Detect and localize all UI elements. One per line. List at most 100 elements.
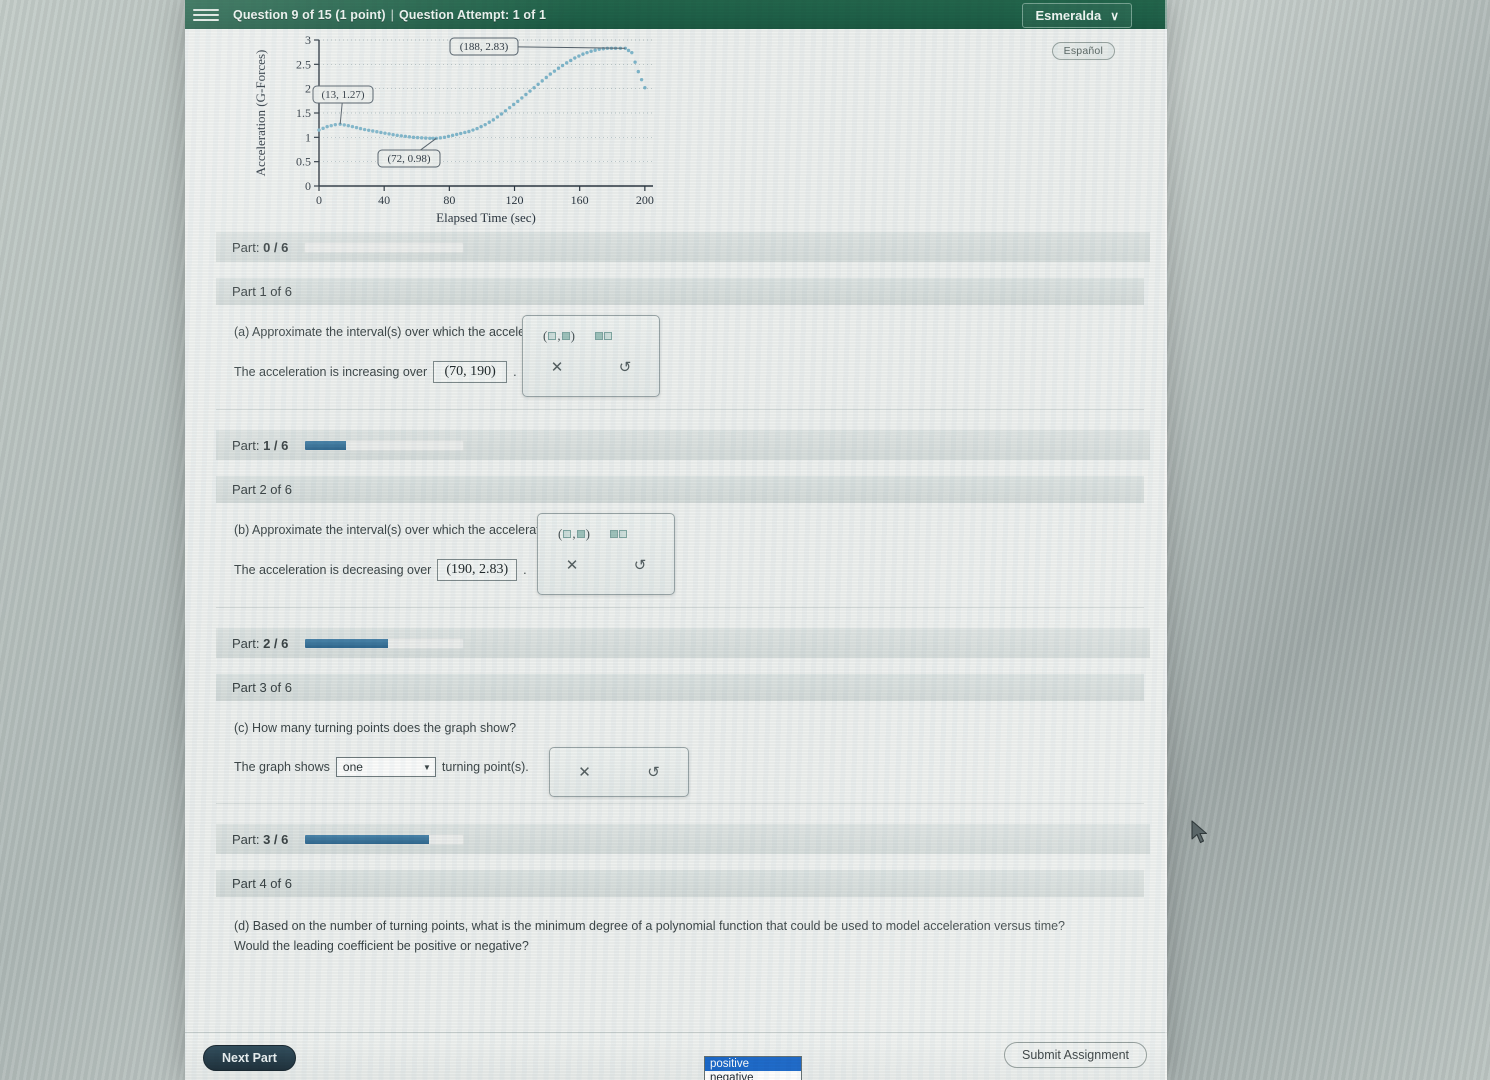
part-score-prefix: Part: <box>232 239 260 255</box>
dropdown-option-positive[interactable]: positive <box>705 1057 801 1071</box>
part-score-prefix: Part: <box>232 635 260 651</box>
chevron-down-icon: ▼ <box>422 762 431 772</box>
answer-suffix-b: . <box>523 563 527 577</box>
answer-row-c: The graph shows one ▼ turning point(s). <box>234 757 1144 777</box>
part-header-4: Part 4 of 6 <box>216 870 1144 897</box>
svg-text:0: 0 <box>316 193 322 207</box>
part-header-3: Part 3 of 6 <box>216 674 1144 701</box>
part-score-label: Part: 1 / 6 <box>232 438 288 453</box>
part-score-value: 1 / 6 <box>263 437 289 453</box>
union-notation-button[interactable] <box>609 530 627 538</box>
undo-icon[interactable]: ↺ <box>591 358 659 376</box>
part-score-row: Part: 2 / 6 <box>216 628 1150 658</box>
part-score-value: 2 / 6 <box>263 635 289 651</box>
part-progress-bar <box>304 833 465 845</box>
question-text-b: (b) Approximate the interval(s) over whi… <box>234 523 637 537</box>
undo-icon[interactable]: ↺ <box>606 556 674 574</box>
question-text-d-line2: Would the leading coefficient be positiv… <box>234 939 529 954</box>
clear-icon[interactable]: ✕ <box>550 763 619 781</box>
svg-text:1: 1 <box>305 130 311 144</box>
question-content: Part: 0 / 6 Part 1 of 6 (a) Approximate … <box>185 232 1167 981</box>
clear-icon[interactable]: ✕ <box>538 556 606 574</box>
part-body-2: (b) Approximate the interval(s) over whi… <box>216 503 1144 608</box>
svg-text:0.5: 0.5 <box>296 155 311 169</box>
math-palette-a: (,) ✕ ↺ <box>522 315 660 397</box>
select-value: one <box>342 760 363 774</box>
graph-svg: 0 0.5 1 1.5 2 2.5 3 0 40 80 120 160 200 Elapsed Time … <box>253 33 654 225</box>
title-separator: | <box>390 7 394 22</box>
answer-prefix-a: The acceleration is increasing over <box>234 365 428 379</box>
user-menu-button[interactable]: Esmeralda ∨ <box>1022 3 1132 28</box>
answer-prefix-b: The acceleration is decreasing over <box>234 563 432 577</box>
answer-row-a: The acceleration is increasing over (70,… <box>234 361 1144 383</box>
language-toggle-button[interactable]: Español <box>1051 42 1115 60</box>
turning-points-select[interactable]: one ▼ <box>335 757 436 777</box>
answer-prefix-c: The graph shows <box>234 760 330 774</box>
part-score-row: Part: 0 / 6 <box>216 232 1150 262</box>
question-text-c: (c) How many turning points does the gra… <box>234 721 517 735</box>
next-part-button[interactable]: Next Part <box>203 1045 296 1071</box>
svg-text:120: 120 <box>506 193 524 207</box>
svg-text:2: 2 <box>305 82 311 96</box>
part-score-value: 3 / 6 <box>263 831 289 847</box>
part-header-label: Part 1 of 6 <box>232 284 292 299</box>
part-body-1: (a) Approximate the interval(s) over whi… <box>216 305 1144 410</box>
user-name-label: Esmeralda <box>1035 8 1102 23</box>
mouse-pointer-icon <box>1191 820 1208 844</box>
svg-text:40: 40 <box>378 193 390 207</box>
interval-notation-button[interactable]: (,) <box>558 526 590 542</box>
answer-suffix-c: turning point(s). <box>441 760 529 774</box>
part-body-3: (c) How many turning points does the gra… <box>216 701 1144 804</box>
part-score-row: Part: 3 / 6 <box>216 824 1150 854</box>
question-text-a: (a) Approximate the interval(s) over whi… <box>234 325 633 339</box>
part-score-label: Part: 3 / 6 <box>232 832 288 847</box>
answer-input-b[interactable]: (190, 2.83) <box>437 559 518 581</box>
undo-icon[interactable]: ↺ <box>619 763 688 781</box>
question-text-d-line1: (d) Based on the number of turning point… <box>234 919 1066 933</box>
part-header-1: Part 1 of 6 <box>216 278 1144 305</box>
part-score-row: Part: 1 / 6 <box>216 430 1150 460</box>
question-title: Question 9 of 15 (1 point) | Question Atte… <box>233 8 546 22</box>
part-header-label: Part 4 of 6 <box>232 876 292 891</box>
svg-text:160: 160 <box>571 193 589 207</box>
hamburger-icon[interactable] <box>193 8 219 21</box>
chevron-down-icon: ∨ <box>1110 8 1119 23</box>
svg-text:(188, 2.83): (188, 2.83) <box>460 41 509 53</box>
svg-text:200: 200 <box>636 193 654 207</box>
clear-icon[interactable]: ✕ <box>523 358 591 376</box>
part-progress-bar <box>304 241 465 253</box>
svg-text:2.5: 2.5 <box>296 57 311 71</box>
svg-text:(13, 1.27): (13, 1.27) <box>321 89 364 101</box>
svg-text:Elapsed Time (sec): Elapsed Time (sec) <box>436 210 536 225</box>
part-score-label: Part: 0 / 6 <box>232 240 288 255</box>
interval-notation-button[interactable]: (,) <box>543 328 575 344</box>
math-palette-b: (,) ✕ ↺ <box>537 513 675 595</box>
leading-coefficient-dropdown-list[interactable]: positive negative <box>704 1056 802 1080</box>
submit-assignment-button[interactable]: Submit Assignment <box>1004 1042 1147 1068</box>
part-score-prefix: Part: <box>232 437 260 453</box>
footer-bar: Next Part Submit Assignment <box>185 1032 1167 1080</box>
svg-text:3: 3 <box>305 33 311 47</box>
browser-screen: Question 9 of 15 (1 point) | Question Atte… <box>185 0 1167 1080</box>
part-progress-bar <box>304 637 465 649</box>
svg-text:(72, 0.98): (72, 0.98) <box>387 153 430 165</box>
svg-text:80: 80 <box>443 193 455 207</box>
app-header: Question 9 of 15 (1 point) | Question Atte… <box>185 0 1167 29</box>
math-palette-c: ✕ ↺ <box>549 747 689 797</box>
svg-text:0: 0 <box>305 179 311 193</box>
svg-text:1.5: 1.5 <box>296 106 311 120</box>
part-progress-bar <box>304 439 465 451</box>
part-body-4: (d) Based on the number of turning point… <box>216 897 1144 981</box>
acceleration-graph: 0 0.5 1 1.5 2 2.5 3 0 40 80 120 160 200 Elapsed Time … <box>245 28 665 228</box>
page-edge <box>1165 0 1167 1080</box>
dropdown-option-negative[interactable]: negative <box>705 1071 801 1080</box>
answer-row-b: The acceleration is decreasing over (190… <box>234 559 1144 581</box>
svg-text:Acceleration (G-Forces): Acceleration (G-Forces) <box>253 50 268 177</box>
answer-input-a[interactable]: (70, 190) <box>433 361 508 383</box>
part-score-label: Part: 2 / 6 <box>232 636 288 651</box>
part-header-2: Part 2 of 6 <box>216 476 1144 503</box>
part-header-label: Part 2 of 6 <box>232 482 292 497</box>
part-score-prefix: Part: <box>232 831 260 847</box>
union-notation-button[interactable] <box>594 332 612 340</box>
attempt-counter: Question Attempt: 1 of 1 <box>398 7 547 22</box>
